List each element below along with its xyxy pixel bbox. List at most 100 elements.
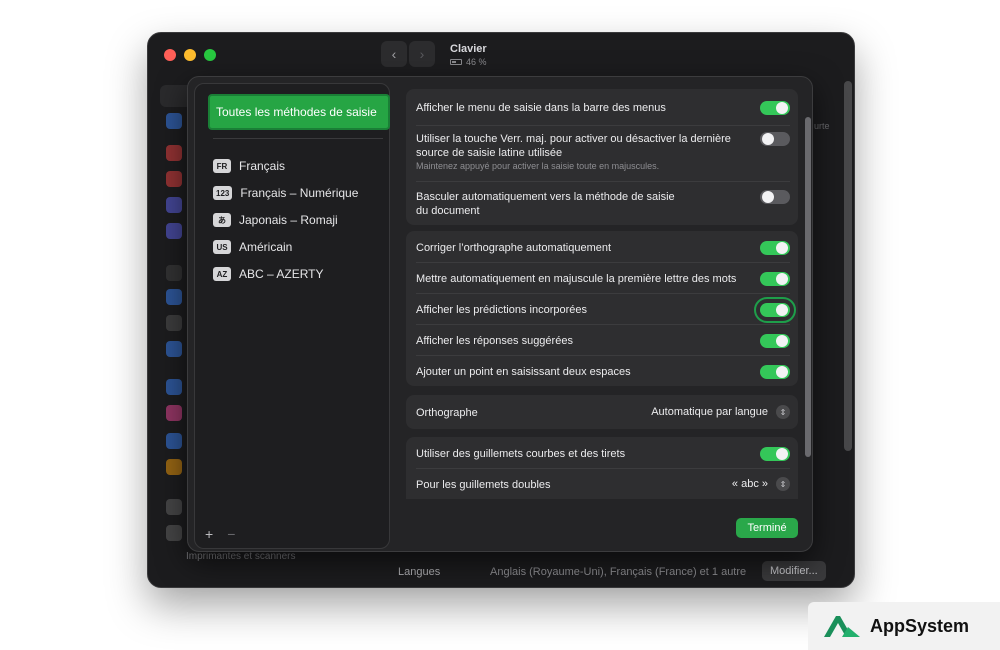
setting-label: Afficher les prédictions incorporées: [416, 304, 587, 316]
input-method-label: Japonais – Romaji: [239, 213, 338, 227]
window-title: Clavier: [450, 43, 487, 55]
sidebar-icon[interactable]: [166, 113, 182, 129]
add-input-method-button[interactable]: +: [205, 526, 213, 542]
all-input-methods-item[interactable]: Toutes les méthodes de saisie: [208, 94, 390, 130]
zoom-window-button[interactable]: [204, 49, 216, 61]
settings-group: Afficher le menu de saisie dans la barre…: [406, 89, 798, 225]
setting-row: Afficher les prédictions incorporées: [416, 303, 790, 317]
languages-label: Langues: [398, 566, 441, 578]
chevron-left-icon: ‹: [391, 46, 397, 62]
spelling-label: Orthographe: [416, 407, 478, 419]
sidebar-icon[interactable]: [166, 265, 182, 281]
inline-predictions-toggle[interactable]: [754, 297, 796, 323]
setting-label: Utiliser la touche Verr. maj. pour activ…: [416, 133, 731, 159]
settings-group: Utiliser des guillemets courbes et des t…: [406, 437, 798, 499]
divider: [213, 138, 383, 139]
sidebar-icon[interactable]: [166, 379, 182, 395]
sidebar-icon[interactable]: [166, 197, 182, 213]
smart-quotes-toggle[interactable]: [760, 447, 790, 461]
input-method-badge: US: [213, 240, 231, 254]
close-window-button[interactable]: [164, 49, 176, 61]
input-method-item[interactable]: あ Japonais – Romaji: [213, 210, 338, 230]
battery-status: 46 %: [450, 57, 487, 67]
setting-label: Ajouter un point en saisissant deux espa…: [416, 366, 631, 378]
setting-row: Afficher les réponses suggérées: [416, 334, 790, 348]
double-space-period-toggle[interactable]: [760, 365, 790, 379]
sidebar-item-printers[interactable]: Imprimantes et scanners: [186, 551, 296, 562]
input-method-item[interactable]: US Américain: [213, 237, 292, 257]
background-text-fragment: urte: [814, 121, 830, 131]
divider: [416, 125, 790, 126]
setting-label: Pour les guillemets doubles: [416, 479, 551, 491]
setting-row: Afficher le menu de saisie dans la barre…: [416, 101, 790, 115]
input-method-badge: FR: [213, 159, 231, 173]
divider: [416, 355, 790, 356]
input-settings-panel: Afficher le menu de saisie dans la barre…: [406, 89, 798, 499]
auto-capitalize-toggle[interactable]: [760, 272, 790, 286]
sidebar-icon[interactable]: [166, 341, 182, 357]
input-method-label: Français: [239, 159, 286, 173]
input-method-item[interactable]: FR Français: [213, 156, 285, 176]
setting-row: Utiliser la touche Verr. maj. pour activ…: [416, 132, 738, 172]
setting-label: Afficher le menu de saisie dans la barre…: [416, 102, 666, 114]
sidebar-icon[interactable]: [166, 405, 182, 421]
spelling-select[interactable]: Automatique par langue ⇕: [651, 405, 790, 419]
input-method-item[interactable]: AZ ABC – AZERTY: [213, 264, 323, 284]
battery-level: 46 %: [466, 57, 487, 67]
setting-row: Basculer automatiquement vers la méthode…: [416, 190, 678, 218]
sidebar-icon[interactable]: [166, 171, 182, 187]
sidebar-icon[interactable]: [166, 145, 182, 161]
input-method-item[interactable]: 123 Français – Numérique: [213, 183, 358, 203]
divider: [416, 324, 790, 325]
languages-row: Langues Anglais (Royaume-Uni), Français …: [390, 559, 850, 585]
background-scrollbar[interactable]: [844, 81, 852, 451]
sidebar-icon[interactable]: [166, 525, 182, 541]
sidebar-icon[interactable]: [166, 459, 182, 475]
setting-label: Basculer automatiquement vers la méthode…: [416, 191, 675, 217]
sidebar-icon[interactable]: [166, 289, 182, 305]
up-down-chevron-icon: ⇕: [776, 477, 790, 491]
input-method-label: ABC – AZERTY: [239, 267, 324, 281]
sidebar-icon[interactable]: [166, 223, 182, 239]
setting-row: Ajouter un point en saisissant deux espa…: [416, 365, 790, 379]
minimize-window-button[interactable]: [184, 49, 196, 61]
sidebar-icon[interactable]: [166, 315, 182, 331]
setting-row: Utiliser des guillemets courbes et des t…: [416, 447, 790, 461]
input-sources-sheet: Toutes les méthodes de saisie FR Françai…: [187, 76, 813, 552]
spelling-group: Orthographe Automatique par langue ⇕: [406, 395, 798, 429]
divider: [416, 468, 790, 469]
forward-button[interactable]: ›: [409, 41, 435, 67]
setting-description: Maintenez appuyé pour activer la saisie …: [416, 161, 660, 171]
autocorrect-toggle[interactable]: [760, 241, 790, 255]
sidebar-icon[interactable]: [166, 433, 182, 449]
chevron-right-icon: ›: [419, 46, 425, 62]
input-methods-list: Toutes les méthodes de saisie FR Françai…: [194, 83, 390, 549]
modify-languages-button[interactable]: Modifier...: [762, 561, 826, 581]
input-method-label: Français – Numérique: [240, 186, 359, 200]
setting-label: Afficher les réponses suggérées: [416, 335, 573, 347]
show-input-menu-toggle[interactable]: [760, 101, 790, 115]
appsystem-logo: AppSystem: [808, 602, 1000, 650]
settings-scrollbar[interactable]: [805, 117, 811, 457]
input-method-badge: AZ: [213, 267, 231, 281]
caps-lock-switch-toggle[interactable]: [760, 132, 790, 146]
battery-icon: [450, 59, 462, 65]
languages-value: Anglais (Royaume-Uni), Français (France)…: [490, 566, 747, 578]
setting-label: Mettre automatiquement en majuscule la p…: [416, 273, 737, 285]
remove-input-method-button[interactable]: −: [227, 526, 235, 542]
sidebar-icon[interactable]: [166, 499, 182, 515]
divider: [416, 262, 790, 263]
back-button[interactable]: ‹: [381, 41, 407, 67]
auto-switch-input-toggle[interactable]: [760, 190, 790, 204]
suggested-replies-toggle[interactable]: [760, 334, 790, 348]
divider: [416, 181, 790, 182]
double-quotes-value: « abc »: [731, 478, 768, 490]
divider: [416, 293, 790, 294]
appsystem-logo-icon: [824, 616, 860, 637]
input-method-badge: あ: [213, 213, 231, 227]
brand-name: AppSystem: [870, 615, 970, 636]
done-button[interactable]: Terminé: [736, 518, 798, 538]
spelling-value: Automatique par langue: [651, 406, 768, 418]
double-quotes-select[interactable]: « abc » ⇕: [732, 477, 790, 491]
settings-group: Corriger l’orthographe automatiquement M…: [406, 231, 798, 386]
